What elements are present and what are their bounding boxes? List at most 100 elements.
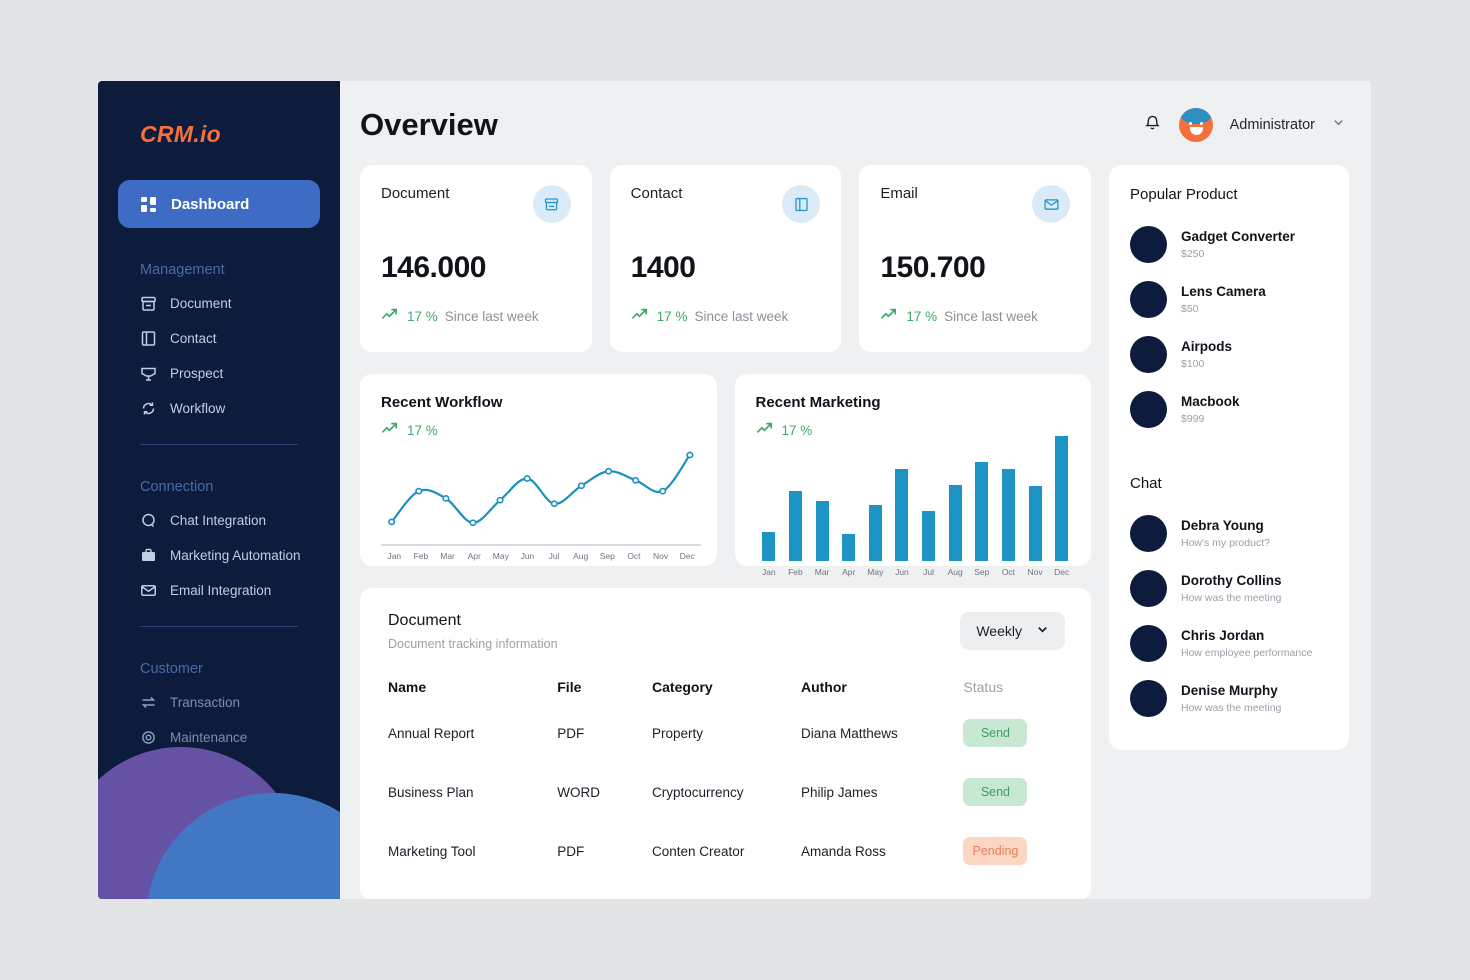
- sidebar-item-label: Transaction: [170, 695, 241, 710]
- line-chart-svg: [381, 436, 701, 544]
- month-label: Jan: [387, 551, 402, 561]
- list-item[interactable]: Denise Murphy How was the meeting: [1130, 671, 1329, 726]
- stat-card-contact: Contact 1400 17 % Since last week: [609, 165, 842, 352]
- sidebar-item-chat-integration[interactable]: Chat Integration: [118, 503, 320, 538]
- cell-author: Amanda Ross: [800, 843, 886, 859]
- month-label: Nov: [1027, 567, 1043, 577]
- th-file: File: [557, 679, 582, 695]
- sidebar-item-document[interactable]: Document: [118, 286, 320, 321]
- bar-cell: [756, 436, 783, 561]
- month-label: Jan: [761, 567, 776, 577]
- bar-cell: [1022, 436, 1049, 561]
- briefcase-icon: [140, 547, 157, 564]
- bar: [895, 468, 909, 561]
- page-title: Overview: [360, 107, 498, 142]
- sidebar-item-label: Contact: [170, 331, 217, 346]
- dashboard-app: CRM.io Dashboard Management Document Con…: [98, 81, 1371, 899]
- product-thumbnail: [1130, 226, 1167, 263]
- stat-value: 146.000: [381, 251, 486, 284]
- month-label: Feb: [788, 567, 803, 577]
- chart-card-workflow: Recent Workflow 17 % Jan Feb Mar Apr May…: [360, 374, 717, 566]
- list-item[interactable]: Dorothy Collins How was the meeting: [1130, 561, 1329, 616]
- table-row[interactable]: Business Plan WORD Cryptocurrency Philip…: [388, 762, 1065, 821]
- bell-icon[interactable]: [1143, 113, 1162, 137]
- cell-file: PDF: [557, 725, 585, 741]
- chat-bubble-icon: [140, 512, 157, 529]
- gear-icon: [140, 729, 157, 746]
- list-item[interactable]: Lens Camera $50: [1130, 272, 1329, 327]
- chevron-down-icon[interactable]: [1332, 116, 1345, 134]
- stat-pct: 17 %: [906, 309, 938, 324]
- sidebar-item-workflow[interactable]: Workflow: [118, 391, 320, 426]
- product-price: $250: [1181, 248, 1205, 260]
- chat-avatar: [1130, 515, 1167, 552]
- chat-message: How's my product?: [1181, 537, 1270, 549]
- app-logo[interactable]: CRM.io: [118, 81, 320, 148]
- product-name: Lens Camera: [1181, 284, 1266, 299]
- chat-avatar: [1130, 625, 1167, 662]
- th-name: Name: [388, 679, 427, 695]
- address-book-icon: [782, 185, 821, 223]
- month-label: Aug: [947, 567, 963, 577]
- cell-status: Send: [963, 762, 1065, 821]
- avatar[interactable]: [1178, 108, 1213, 142]
- list-item[interactable]: Debra Young How's my product?: [1130, 506, 1329, 561]
- sidebar-item-prospect[interactable]: Prospect: [118, 356, 320, 391]
- sidebar-item-label: Dashboard: [171, 195, 250, 213]
- chat-message: How was the meeting: [1181, 592, 1282, 604]
- period-filter-dropdown[interactable]: Weekly: [960, 612, 1065, 650]
- chart-cards: Recent Workflow 17 % Jan Feb Mar Apr May…: [360, 374, 1091, 577]
- book-icon: [140, 330, 157, 347]
- trend-up-icon: [381, 307, 400, 326]
- product-thumbnail: [1130, 281, 1167, 318]
- chat-avatar: [1130, 570, 1167, 607]
- bar-cell: [1048, 436, 1075, 561]
- month-label: Jun: [520, 551, 535, 561]
- envelope-icon: [140, 582, 157, 599]
- month-label: Sep: [974, 567, 990, 577]
- bar-cell: [889, 436, 916, 561]
- table-row[interactable]: Annual Report PDF Property Diana Matthew…: [388, 703, 1065, 762]
- bar-cell: [942, 436, 969, 561]
- month-label: Oct: [627, 551, 641, 561]
- sidebar-item-contact[interactable]: Contact: [118, 321, 320, 356]
- user-name[interactable]: Administrator: [1230, 117, 1315, 133]
- document-table: Name File Category Author Status Annual …: [388, 679, 1065, 880]
- bar: [842, 533, 856, 561]
- line-chart-x-labels: Jan Feb Mar Apr May Jun Jul Aug Sep Oct Nov Dec: [381, 551, 701, 561]
- chat-message: How was the meeting: [1181, 702, 1282, 714]
- document-table-card: Document Document tracking information W…: [360, 588, 1091, 899]
- topbar: Overview Administrator: [360, 107, 1349, 143]
- list-item[interactable]: Airpods $100: [1130, 327, 1329, 382]
- sidebar-item-label: Email Integration: [170, 583, 272, 598]
- right-column: Popular Product Gadget Converter $250 Le…: [1109, 165, 1349, 899]
- stat-pct: 17 %: [407, 309, 438, 324]
- bar: [788, 491, 802, 561]
- status-badge[interactable]: Send: [963, 719, 1028, 747]
- sidebar-item-transaction[interactable]: Transaction: [118, 685, 320, 720]
- list-item[interactable]: Gadget Converter $250: [1130, 217, 1329, 272]
- table-row[interactable]: Marketing Tool PDF Conten Creator Amanda…: [388, 821, 1065, 880]
- chevron-down-icon: [1036, 623, 1049, 639]
- sidebar-item-maintenance[interactable]: Maintenance: [118, 720, 320, 755]
- month-label: May: [867, 567, 884, 577]
- sidebar-item-label: Maintenance: [170, 730, 248, 745]
- month-label: Apr: [467, 551, 481, 561]
- bar: [1001, 468, 1015, 561]
- status-badge[interactable]: Send: [963, 778, 1028, 806]
- sidebar-item-email-integration[interactable]: Email Integration: [118, 573, 320, 608]
- sidebar-item-marketing-automation[interactable]: Marketing Automation: [118, 538, 320, 573]
- sidebar-item-label: Marketing Automation: [170, 548, 301, 563]
- product-name: Gadget Converter: [1181, 229, 1296, 244]
- table-header-row: Name File Category Author Status: [388, 679, 1065, 703]
- list-item[interactable]: Macbook $999: [1130, 382, 1329, 437]
- stat-card-email: Email 150.700 17 % Since last week: [859, 165, 1092, 352]
- stat-since: Since last week: [694, 309, 789, 324]
- sidebar-item-dashboard[interactable]: Dashboard: [118, 180, 320, 228]
- list-item[interactable]: Chris Jordan How employee performance: [1130, 616, 1329, 671]
- bar: [815, 501, 829, 561]
- status-badge[interactable]: Pending: [963, 837, 1028, 865]
- cell-name: Business Plan: [388, 784, 474, 800]
- month-label: May: [492, 551, 509, 561]
- line-chart: Jan Feb Mar Apr May Jun Jul Aug Sep Oct Nov Dec: [381, 436, 701, 561]
